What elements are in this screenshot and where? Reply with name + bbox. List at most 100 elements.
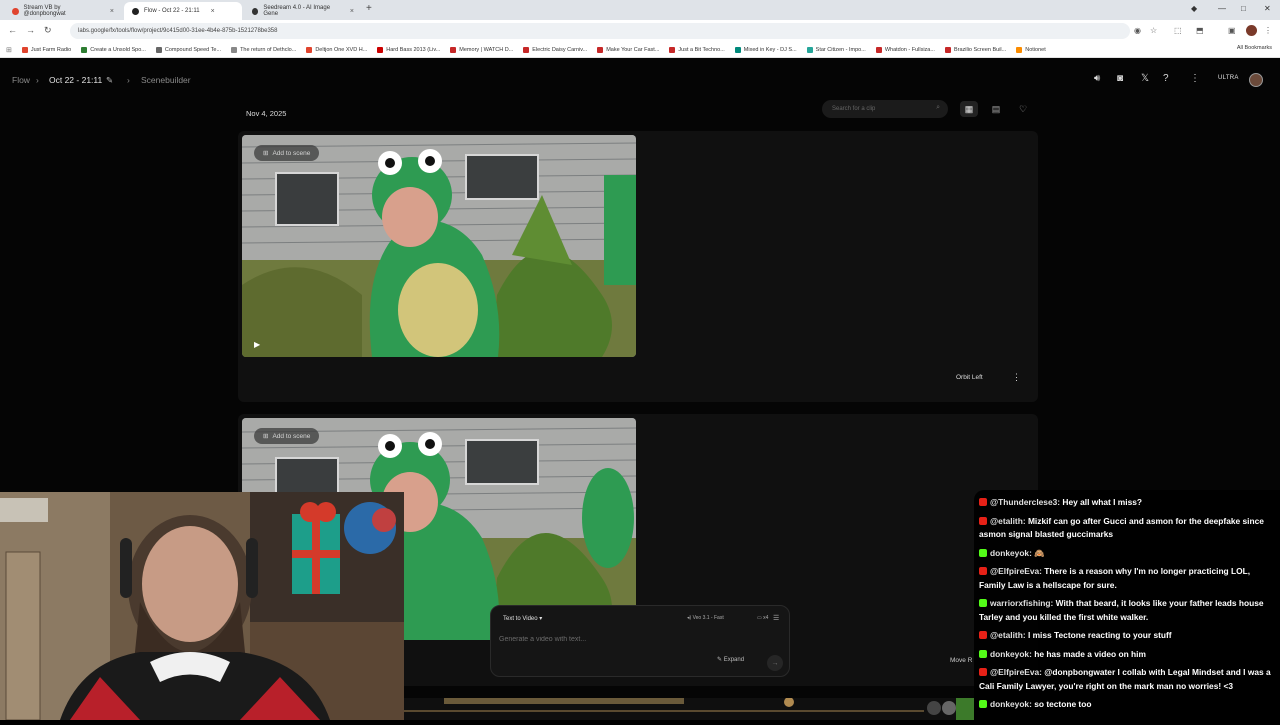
model-label: Veo 3.1 - Fast [692,615,724,621]
x-icon[interactable]: 𝕏 [1141,73,1149,84]
expand-button[interactable]: ✎ Expand [717,656,744,663]
tab-favicon-icon [132,7,139,15]
chat-text: he has made a video on him [1034,648,1146,659]
youtube-icon [979,567,987,575]
sidebar-icon[interactable]: ▣ [1228,26,1236,35]
bookmark[interactable]: Hard Bass 2013 (Liv... [377,46,440,53]
pencil-icon[interactable]: ✎ [106,75,113,86]
bookmark-favicon-icon [21,46,28,53]
prompt-input[interactable] [499,632,699,646]
count-label: x4 [763,615,769,621]
more-vert-icon[interactable]: ⋮ [1012,372,1021,383]
chat-message: donkeyok: he has made a video on him [979,648,1275,662]
send-button[interactable]: → [767,655,783,671]
extensions-icon[interactable]: ⬚ [1174,26,1182,35]
chat-username: donkeyok: [990,547,1032,558]
browser-tab-active[interactable]: Flow - Oct 22 - 21:11 × [124,2,242,20]
bookmark-favicon-icon [806,46,813,53]
chat-username: @Thunderclese3: [990,497,1061,507]
bookmark[interactable]: The return of Dethclo... [231,46,296,53]
chat-message: @ElfpireEva: There is a reason why I'm n… [979,565,1275,592]
bookmark-favicon-icon [875,46,882,53]
model-select[interactable]: ◂) Veo 3.1 - Fast [687,615,724,621]
expand-label: Expand [723,657,745,663]
eye-off-icon[interactable]: ◉ [1134,26,1141,35]
bookmark[interactable]: Make Your Car Fast... [597,46,659,53]
close-icon[interactable]: × [110,8,114,15]
all-bookmarks-link[interactable]: All Bookmarks [1237,45,1272,51]
add-to-scene-button[interactable]: ⊞ Add to scene [254,145,320,161]
settings-sliders-icon[interactable]: ☰ [773,614,779,622]
bookmark[interactable]: Memory | WATCH D... [450,46,514,53]
chat-message: @etalith: Mizkif can go after Gucci and … [979,515,1275,542]
youtube-icon [979,516,987,525]
star-icon[interactable]: ☆ [1150,26,1157,35]
bookmark-favicon-icon [523,46,530,53]
apps-icon[interactable]: ⊞ [6,46,12,54]
wand-icon: ✎ [717,657,723,663]
bookmark[interactable]: Just Farm Radio [21,46,71,53]
bookmark[interactable]: Just a Bit Techno... [669,46,725,53]
aspect-icon: ▭ [757,615,762,621]
extension-icon[interactable]: ◆ [1191,4,1197,13]
bookmark[interactable]: Notionet [1016,46,1046,53]
bookmark[interactable]: Deltjon One XVD H... [306,46,367,53]
youtube-icon [979,631,987,639]
camera-motion-label: Move R [950,657,973,664]
bookmark-label: Star Citizen - Impo... [815,46,866,53]
bookmark[interactable]: Brazilio Screen Buil... [944,46,1006,53]
close-icon[interactable]: × [211,8,215,15]
more-vert-icon[interactable]: ⋮ [1190,73,1200,84]
bookmark[interactable]: Star Citizen - Impo... [806,46,866,53]
bookmark-label: Just a Bit Techno... [678,46,725,53]
maximize-icon[interactable]: □ [1241,4,1246,13]
youtube-icon [979,498,987,506]
favorites-button[interactable]: ♡ [1014,101,1032,117]
window-close-icon[interactable]: ✕ [1264,4,1271,13]
new-tab-button[interactable]: + [366,3,372,14]
help-icon[interactable]: ? [1163,73,1169,84]
date-group-label: Nov 4, 2025 [246,109,287,118]
chat-username: @ElfpireEva: [990,566,1042,576]
list-view-button[interactable]: ▤ [987,101,1005,117]
url-field[interactable]: labs.google/fx/tools/flow/project/9c415d… [70,23,1130,39]
bookmark[interactable]: Electric Daisy Carniv... [523,46,587,53]
bookmark[interactable]: Create a Unsold Spo... [81,46,146,53]
grid-view-button[interactable]: ▦ [960,101,978,117]
minimize-icon[interactable]: — [1218,4,1226,13]
tab-search-icon[interactable]: ⬒ [1196,26,1204,35]
bookmark[interactable]: Mixed in Key - DJ S... [734,46,797,53]
url-text: labs.google/fx/tools/flow/project/9c415d… [78,28,278,34]
output-count-select[interactable]: ▭ x4 [757,615,768,621]
browser-tab[interactable]: Seedream 4.0 - AI Image Gene × [244,2,362,20]
menu-icon[interactable]: ⋮ [1264,26,1272,35]
breadcrumb-scenebuilder[interactable]: Scenebuilder [141,75,191,85]
chat-username: @etalith: [990,630,1026,640]
discord-icon[interactable]: ◙ [1117,73,1123,84]
volume-icon[interactable]: 🔊︎ [1094,73,1100,84]
clip-card[interactable]: ⊞ Add to scene ▶ [238,131,1038,402]
bookmark[interactable]: Whatdon - Fullsiza... [875,46,935,53]
generation-mode-select[interactable]: Text to Video ▾ [503,615,542,622]
bookmark[interactable]: Compound Speed Te... [155,46,222,53]
add-to-scene-button[interactable]: ⊞ Add to scene [254,428,320,444]
user-avatar[interactable] [1249,73,1263,87]
bookmark-label: Notionet [1025,46,1046,53]
bookmark-label: Compound Speed Te... [164,46,222,53]
play-icon[interactable]: ▶ [254,340,260,349]
bookmark-favicon-icon [944,46,951,53]
breadcrumb-flow[interactable]: Flow [12,75,30,85]
back-icon[interactable]: ← [8,25,17,35]
reload-icon[interactable]: ↻ [44,25,52,36]
close-icon[interactable]: × [350,8,354,15]
clip-search-input[interactable]: Search for a clip ⌕ [822,100,948,118]
browser-tab[interactable]: Stream VB by @donpbongwat × [4,2,122,20]
tiles-icon: ▤ [991,103,1001,114]
kick-icon [979,599,987,607]
bookmark-label: Memory | WATCH D... [459,46,514,53]
breadcrumb-project[interactable]: Oct 22 - 21:11 [49,75,102,85]
profile-avatar[interactable] [1246,25,1257,36]
forward-icon[interactable]: → [26,25,35,35]
clip-thumbnail[interactable]: ⊞ Add to scene ▶ [242,135,636,357]
streamer-webcam [0,492,404,720]
